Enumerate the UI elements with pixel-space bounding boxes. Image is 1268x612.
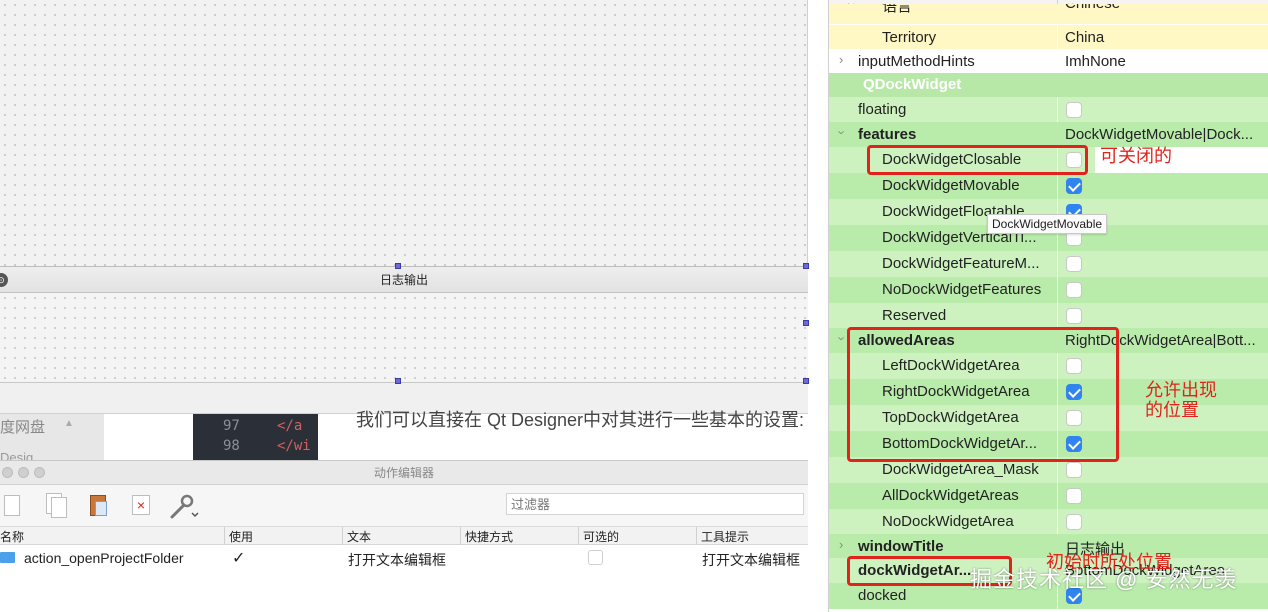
action-text: 打开文本编辑框 bbox=[348, 552, 446, 568]
property-name: docked bbox=[858, 587, 907, 604]
sidebar-text: 度网盘 bbox=[0, 419, 46, 436]
property-name: floating bbox=[858, 101, 907, 118]
property-name: features bbox=[858, 126, 917, 143]
eject-icon: ▲ bbox=[64, 418, 74, 429]
dock-widget-feature-mask-checkbox[interactable] bbox=[1066, 256, 1082, 272]
configure-button[interactable] bbox=[170, 493, 204, 519]
property-name: DockWidgetArea_Mask bbox=[882, 461, 1039, 478]
action-editor-window: 动作编辑器 × 名称 使用 文本 快捷方式 bbox=[0, 460, 808, 612]
section-title: QDockWidget bbox=[863, 76, 962, 93]
background-sidebar: 度网盘 ▲ Desig bbox=[0, 414, 104, 465]
property-name: inputMethodHints bbox=[858, 53, 975, 70]
all-dock-widget-areas-checkbox[interactable] bbox=[1066, 488, 1082, 504]
selection-handle-top-right[interactable] bbox=[803, 263, 809, 269]
floating-checkbox[interactable] bbox=[1066, 102, 1082, 118]
dock-widget-title: 日志输出 bbox=[379, 273, 428, 287]
property-name: DockWidgetMovable bbox=[882, 177, 1020, 194]
annotation-box-allowed-areas bbox=[847, 327, 1119, 462]
selection-handle-bottom-right[interactable] bbox=[803, 378, 809, 384]
chevron-down-icon[interactable]: › bbox=[835, 130, 850, 134]
property-row-territory[interactable]: Territory China bbox=[829, 25, 1268, 51]
column-header-text[interactable]: 文本 bbox=[347, 528, 371, 545]
filter-input[interactable] bbox=[506, 493, 804, 515]
new-action-button[interactable] bbox=[0, 493, 24, 519]
property-name: 语言 bbox=[882, 4, 913, 15]
code-line-number: 98 bbox=[223, 438, 240, 454]
column-header-tooltip[interactable]: 工具提示 bbox=[701, 528, 749, 545]
table-row[interactable]: action_openProjectFolder ✓ 打开文本编辑框 打开文本编… bbox=[0, 545, 808, 571]
property-editor: 属性 值 语言 Chinese Territory China › inputM… bbox=[828, 0, 1268, 612]
folder-icon bbox=[0, 552, 15, 563]
section-header-qdockwidget: QDockWidget bbox=[829, 73, 1268, 97]
chevron-right-icon[interactable]: › bbox=[839, 537, 843, 552]
dock-widget-titlebar[interactable]: ⊙ 日志输出 bbox=[0, 266, 808, 293]
selection-handle-bottom[interactable] bbox=[395, 378, 401, 384]
window-zoom-button[interactable] bbox=[34, 467, 45, 478]
property-name: windowTitle bbox=[858, 538, 944, 555]
column-header-shortcut[interactable]: 快捷方式 bbox=[465, 528, 513, 545]
annotation-box-closable bbox=[867, 145, 1088, 175]
delete-icon: × bbox=[132, 495, 150, 515]
column-header-checkable[interactable]: 可选的 bbox=[583, 528, 619, 545]
copy-action-button[interactable] bbox=[44, 493, 68, 519]
tooltip: DockWidgetMovable bbox=[987, 214, 1108, 234]
watermark: 掘金技术社区 @ 安然无羡 bbox=[970, 567, 1238, 592]
dock-float-icon[interactable]: ⊙ bbox=[0, 273, 8, 287]
dock-widget-area-mask-checkbox[interactable] bbox=[1066, 462, 1082, 478]
action-editor-title: 动作编辑器 bbox=[373, 466, 434, 480]
code-line-text: </a bbox=[277, 418, 303, 434]
paste-action-button[interactable] bbox=[86, 493, 110, 519]
action-tooltip: 打开文本编辑框 bbox=[702, 552, 800, 568]
checkable-checkbox[interactable] bbox=[588, 550, 603, 565]
annotation-allowed-line-2: 的位置 bbox=[1145, 400, 1199, 420]
property-row-reserved[interactable]: Reserved bbox=[829, 303, 1268, 329]
property-value: China bbox=[1065, 29, 1105, 46]
property-row-input-method-hints[interactable]: › inputMethodHints ImhNone bbox=[829, 49, 1268, 75]
dock-widget-body[interactable] bbox=[0, 293, 808, 383]
property-name: Territory bbox=[882, 29, 937, 46]
no-dock-widget-area-checkbox[interactable] bbox=[1066, 514, 1082, 530]
code-line-number: 97 bbox=[223, 418, 240, 434]
property-row-floating[interactable]: floating bbox=[829, 97, 1268, 123]
no-dock-widget-features-checkbox[interactable] bbox=[1066, 282, 1082, 298]
property-row-dock-widget-movable[interactable]: DockWidgetMovable bbox=[829, 173, 1268, 199]
dock-widget-movable-checkbox[interactable] bbox=[1066, 178, 1082, 194]
property-value: Chinese bbox=[1065, 4, 1120, 12]
wrench-icon bbox=[170, 494, 199, 519]
property-row-language[interactable]: 语言 Chinese bbox=[829, 4, 1268, 24]
property-row-no-dock-widget-area[interactable]: NoDockWidgetArea bbox=[829, 509, 1268, 535]
property-row-dock-widget-feature-mask[interactable]: DockWidgetFeatureM... bbox=[829, 251, 1268, 277]
property-name: AllDockWidgetAreas bbox=[882, 487, 1019, 504]
action-name: action_openProjectFolder bbox=[24, 550, 184, 566]
new-document-icon bbox=[4, 495, 20, 516]
property-name: Reserved bbox=[882, 307, 947, 324]
background-code-snippet: 97 </a 98 </wi bbox=[193, 414, 318, 460]
selection-handle-top[interactable] bbox=[395, 263, 401, 269]
column-header-used[interactable]: 使用 bbox=[229, 528, 253, 545]
column-header-name[interactable]: 名称 bbox=[0, 528, 24, 545]
reserved-checkbox[interactable] bbox=[1066, 308, 1082, 324]
action-table-header: 名称 使用 文本 快捷方式 可选的 工具提示 bbox=[0, 527, 808, 545]
annotation-allowed-line-1: 允许出现 bbox=[1145, 380, 1217, 400]
selection-handle-right[interactable] bbox=[803, 320, 809, 326]
property-name: NoDockWidgetFeatures bbox=[882, 281, 1042, 298]
window-minimize-button[interactable] bbox=[18, 467, 29, 478]
property-row-no-dock-widget-features[interactable]: NoDockWidgetFeatures bbox=[829, 277, 1268, 303]
code-line-text: </wi bbox=[277, 438, 311, 454]
window-close-button[interactable] bbox=[2, 467, 13, 478]
property-value: ImhNone bbox=[1065, 53, 1126, 70]
action-editor-titlebar[interactable]: 动作编辑器 bbox=[0, 461, 808, 485]
annotation-closable: 可关闭的 bbox=[1100, 146, 1172, 166]
property-name: DockWidgetFeatureM... bbox=[882, 255, 1040, 272]
article-text: 我们可以直接在 Qt Designer中对其进行一些基本的设置: bbox=[356, 410, 805, 430]
property-row-all-dock-widget-areas[interactable]: AllDockWidgetAreas bbox=[829, 483, 1268, 509]
property-name: NoDockWidgetArea bbox=[882, 513, 1014, 530]
used-checkmark-icon: ✓ bbox=[232, 550, 246, 567]
delete-action-button[interactable]: × bbox=[128, 493, 152, 519]
chevron-right-icon[interactable]: › bbox=[839, 52, 843, 67]
property-value: DockWidgetMovable|Dock... bbox=[1065, 126, 1254, 143]
